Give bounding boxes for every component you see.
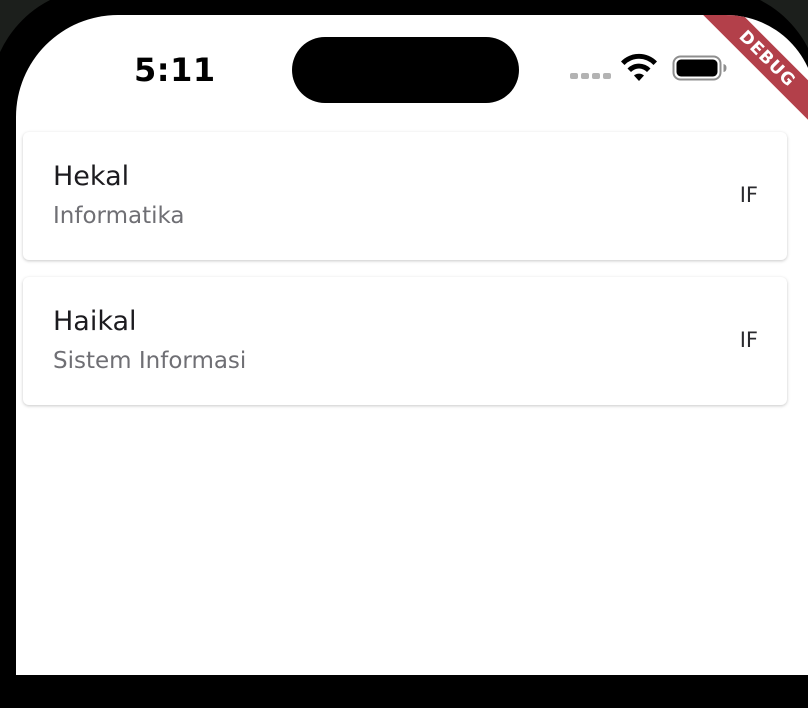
list-item-trailing: IF bbox=[739, 183, 758, 207]
list-item-title: Haikal bbox=[53, 306, 137, 337]
list-item[interactable]: Haikal Sistem Informasi IF bbox=[23, 277, 787, 405]
dynamic-island bbox=[292, 37, 519, 103]
app-screen: 5:11 DEBUG Hekal Informatika IF Haikal S… bbox=[16, 15, 808, 675]
list-item-trailing: IF bbox=[739, 328, 758, 352]
list-item-subtitle: Sistem Informasi bbox=[53, 348, 247, 374]
battery-icon bbox=[672, 55, 727, 81]
student-list: Hekal Informatika IF Haikal Sistem Infor… bbox=[23, 132, 787, 422]
list-item[interactable]: Hekal Informatika IF bbox=[23, 132, 787, 260]
list-item-title: Hekal bbox=[53, 161, 130, 192]
status-time: 5:11 bbox=[134, 51, 216, 89]
signal-dots-icon bbox=[570, 73, 611, 79]
list-item-subtitle: Informatika bbox=[53, 203, 185, 229]
wifi-icon bbox=[621, 53, 657, 81]
